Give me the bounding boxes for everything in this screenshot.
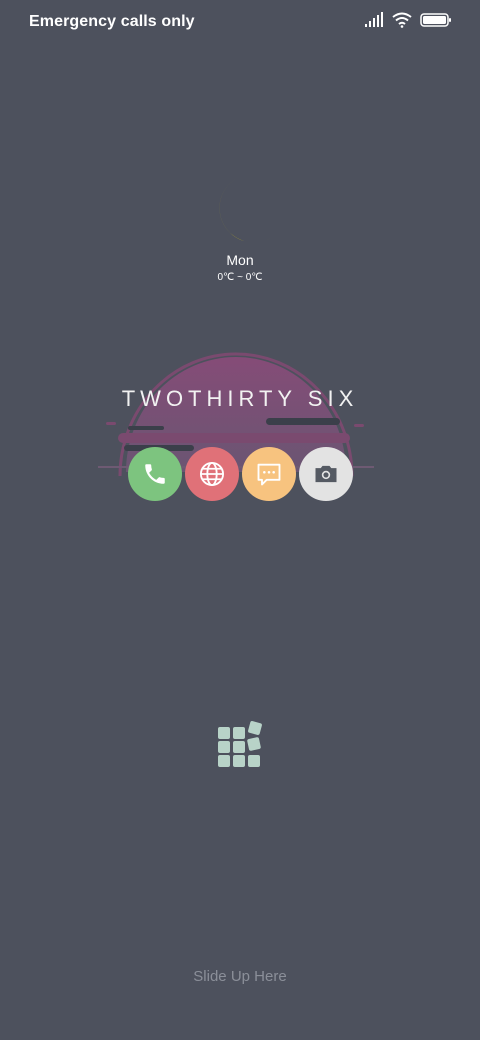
weather-temperature: 0℃ ~ 0℃ xyxy=(217,272,263,283)
signal-icon xyxy=(365,12,383,27)
status-icons xyxy=(364,12,452,28)
wifi-icon xyxy=(392,12,412,28)
clock-time-text: TWOTHIRTY SIX xyxy=(121,386,359,411)
carrier-status-text: Emergency calls only xyxy=(29,13,195,30)
phone-app-button[interactable] xyxy=(128,447,182,501)
camera-app-button[interactable] xyxy=(299,447,353,501)
browser-app-button[interactable] xyxy=(185,447,239,501)
battery-icon xyxy=(420,13,451,27)
globe-icon xyxy=(199,461,225,487)
app-shortcuts xyxy=(128,447,353,501)
app-grid-icon[interactable] xyxy=(216,720,264,770)
status-bar: Emergency calls only xyxy=(0,0,480,44)
phone-icon xyxy=(145,464,165,484)
message-icon xyxy=(257,463,281,486)
weather-day: Mon xyxy=(226,252,254,268)
unlock-hint[interactable]: Slide Up Here xyxy=(0,968,480,985)
camera-icon xyxy=(315,465,337,483)
weather-widget[interactable]: Mon 0℃ ~ 0℃ xyxy=(0,176,480,283)
moon-icon xyxy=(219,178,271,243)
messages-app-button[interactable] xyxy=(242,447,296,501)
